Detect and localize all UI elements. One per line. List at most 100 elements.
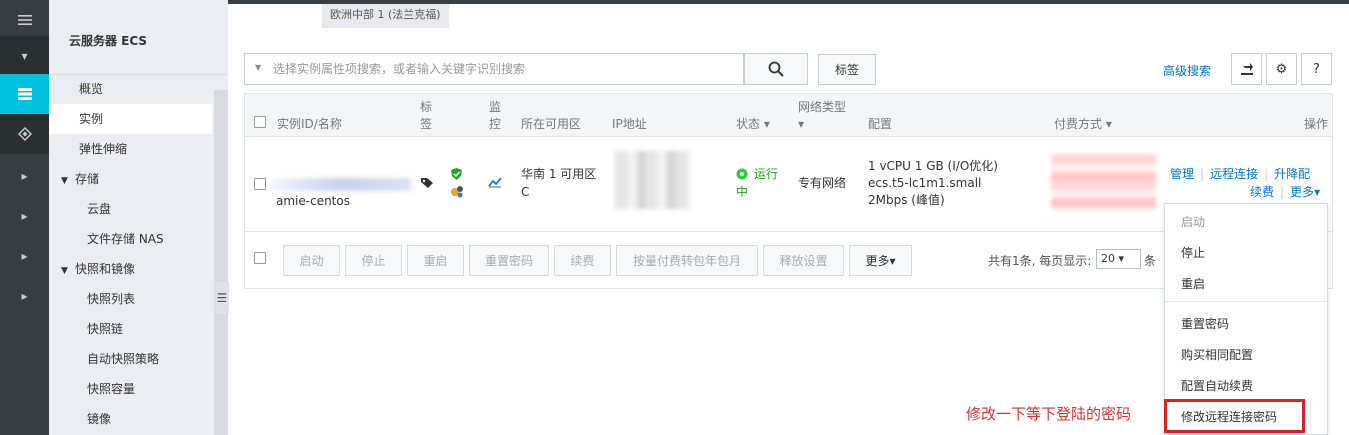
batch-reset-password-button[interactable]: 重置密码 [469,245,549,276]
batch-more-button[interactable]: 更多▾ [849,245,912,276]
row-actions-second: 续费 | 更多▾ [1250,184,1320,201]
header-tag: 标 [420,100,433,114]
header-ip: IP地址 [612,117,647,131]
tag-filter-button[interactable]: 标签 [818,54,876,85]
instance-id-redacted [271,178,411,191]
chevron-right-icon[interactable]: ▸ [0,276,49,316]
sidebar-scrollbar[interactable] [214,90,228,435]
sidebar-item-overview[interactable]: 概览 [79,74,103,104]
sidebar-item-disks[interactable]: 云盘 [87,194,111,224]
pagination-summary: 共有1条, 每页显示: [988,254,1092,268]
sidebar-item-instances[interactable]: 实例 [49,104,212,134]
search-icon [768,61,784,77]
dropdown-item-auto-renew[interactable]: 配置自动续费 [1181,377,1253,394]
row-checkbox[interactable] [254,178,266,190]
select-all-checkbox[interactable] [254,116,266,128]
dropdown-item-reset-password[interactable]: 重置密码 [1181,315,1229,332]
search-button[interactable] [744,53,808,85]
action-separator: | [1264,167,1269,181]
instance-zone: 华南 1 可用区 [521,167,597,181]
header-actions: 操作 [1304,117,1329,131]
batch-restart-button[interactable]: 重启 [407,245,464,276]
batch-start-button[interactable]: 启动 [283,245,340,276]
header-monitor: 控 [489,117,502,131]
sidebar-item-snapshot-chain[interactable]: 快照链 [87,314,123,344]
database-icon[interactable] [0,74,49,114]
sidebar-group-label: 存储 [75,172,100,186]
shield-icon[interactable] [450,167,463,181]
header-monitor: 监 [489,100,502,114]
header-billing[interactable]: 付费方式 ▾ [1054,116,1112,132]
annotation-text: 修改一下等下登陆的密码 [966,405,1132,423]
security-group-icon[interactable] [450,184,464,198]
sidebar-group-snapshots[interactable]: ▼ 快照和镜像 [61,254,135,284]
dropdown-item-restart[interactable]: 重启 [1181,275,1205,292]
advanced-search-link[interactable]: 高级搜索 [1163,62,1211,79]
instance-zone: C [521,185,530,199]
header-zone: 所在可用区 [521,117,582,131]
tag-icon[interactable] [420,177,434,189]
table-header: 实例ID/名称 标 签 监 控 所在可用区 IP地址 状态 ▾ 网络类型 ▾ 配… [245,94,1332,137]
header-status[interactable]: 状态 ▾ [736,116,770,132]
more-actions-link[interactable]: 更多▾ [1290,185,1320,199]
action-separator: | [1280,185,1285,199]
sidebar-item-nas[interactable]: 文件存储 NAS [87,224,164,254]
chevron-right-icon[interactable]: ▸ [0,196,49,236]
batch-stop-button[interactable]: 停止 [345,245,402,276]
expand-caret-icon[interactable]: ▾ [0,36,49,76]
sidebar-group-label: 快照和镜像 [75,262,136,276]
product-icon-bar: ▾ ▸ ▸ ▸ ▸ [0,0,49,435]
help-button[interactable]: ? [1301,53,1332,85]
batch-release-settings-button[interactable]: 释放设置 [763,245,844,276]
billing-info-redacted [1051,154,1156,209]
collapse-icon[interactable]: ☰ [215,282,229,314]
caret-down-icon: ▼ [61,176,68,186]
renew-link[interactable]: 续费 [1250,185,1274,199]
page-size-select[interactable]: 20 ▾ [1096,249,1141,269]
batch-select-checkbox[interactable] [254,252,266,264]
caret-down-icon: ▼ [61,266,68,276]
status-badge: 中 [736,185,749,199]
upgrade-link[interactable]: 升降配 [1274,167,1310,181]
menu-icon[interactable] [0,0,49,40]
sidebar-divider [49,74,228,75]
manage-link[interactable]: 管理 [1170,167,1194,181]
sidebar-item-snapshot-list[interactable]: 快照列表 [87,284,135,314]
batch-renew-button[interactable]: 续费 [554,245,611,276]
instance-name[interactable]: amie-centos [276,193,350,210]
export-button[interactable] [1231,53,1262,85]
header-network[interactable]: 网络类型 [798,99,846,115]
config-instance-type: ecs.t5-lc1m1.small [868,176,982,190]
action-separator: | [1200,167,1205,181]
chevron-right-icon[interactable]: ▸ [0,236,49,276]
highlight-box [1164,399,1305,433]
row-actions: 管理 | 远程连接 | 升降配 [1170,166,1310,183]
header-network-caret[interactable]: ▾ [798,116,804,132]
pagination-suffix: 条 [1144,254,1157,268]
sidebar-item-snapshot-capacity[interactable]: 快照容量 [87,374,135,404]
batch-convert-billing-button[interactable]: 按量付费转包年包月 [616,245,758,276]
sidebar-item-images[interactable]: 镜像 [87,404,111,434]
sidebar-item-auto-snapshot[interactable]: 自动快照策略 [87,344,159,374]
help-icon: ? [1313,61,1320,77]
sidebar: 云服务器 ECS 概览 实例 弹性伸缩 ▼ 存储 云盘 文件存储 NAS ▼ 快照和… [49,0,228,435]
monitor-chart-icon[interactable] [488,176,502,188]
remote-connect-link[interactable]: 远程连接 [1210,167,1258,181]
config-cpu-mem: 1 vCPU 1 GB (I/O优化) [868,159,998,173]
dropdown-divider [1165,301,1327,302]
dropdown-item-stop[interactable]: 停止 [1181,244,1205,261]
header-config: 配置 [868,117,893,131]
chevron-right-icon[interactable]: ▸ [0,156,49,196]
sidebar-group-storage[interactable]: ▼ 存储 [61,164,99,194]
caret-down-icon[interactable]: ▼ [255,63,261,72]
search-input[interactable] [273,60,733,78]
sidebar-item-autoscaling[interactable]: 弹性伸缩 [79,134,127,164]
ip-address-redacted [615,151,690,209]
status-badge: 运行 [754,167,779,181]
layers-icon[interactable] [0,114,49,154]
dropdown-item-start[interactable]: 启动 [1181,213,1205,230]
region-selector[interactable]: 欧洲中部 1 (法兰克福) [322,4,449,28]
search-box[interactable]: ▼ [244,53,744,85]
settings-button[interactable]: ⚙ [1266,53,1297,85]
dropdown-item-buy-same[interactable]: 购买相同配置 [1181,346,1253,363]
